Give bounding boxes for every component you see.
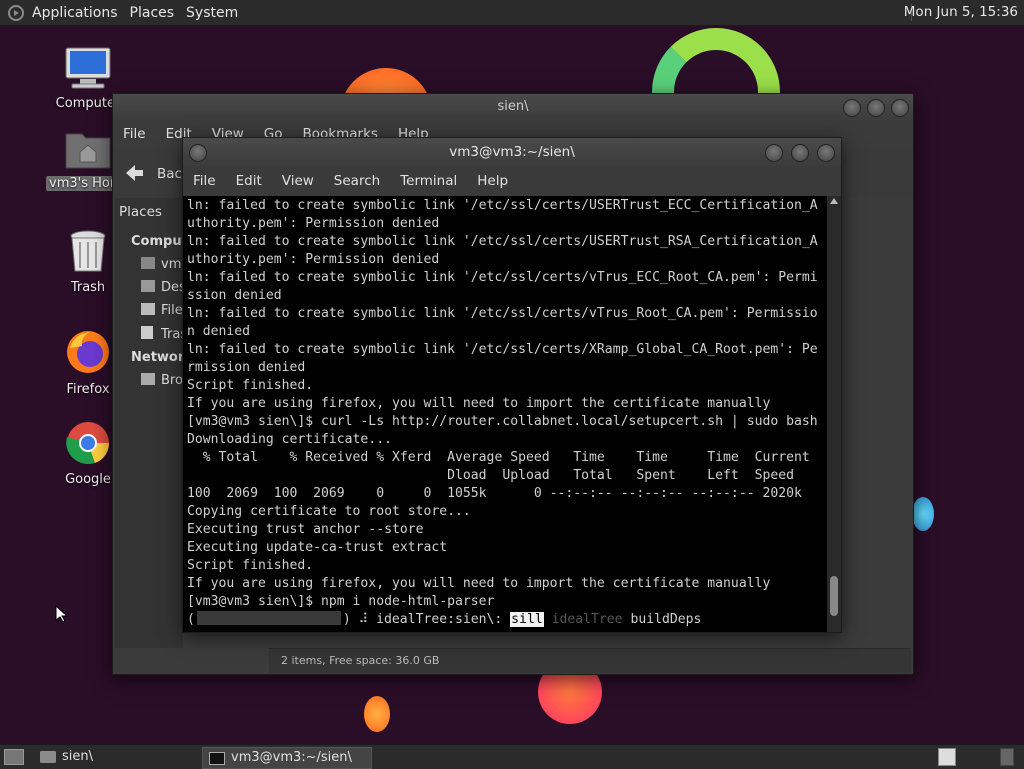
maximize-button[interactable] (867, 99, 885, 117)
term-menu-view[interactable]: View (282, 166, 314, 196)
trash-applet-icon[interactable] (1000, 748, 1014, 766)
npm-spinner: ⠼ (358, 612, 377, 627)
sidebar-header: Places (119, 204, 162, 220)
bottom-panel: sien\ vm3@vm3:~/sien\ (0, 744, 1024, 769)
folder-icon (40, 751, 56, 763)
menu-system[interactable]: System (186, 5, 238, 21)
home-icon (141, 257, 155, 269)
apps-menu-icon[interactable] (8, 4, 24, 21)
minimize-button[interactable] (765, 144, 783, 162)
npm-stage: idealTree:sien\: (376, 612, 511, 627)
drive-icon (141, 303, 155, 315)
npm-log-level: sill (510, 612, 544, 627)
npm-action: buildDeps (622, 612, 702, 627)
taskbar-label: vm3@vm3:~/sien\ (231, 750, 352, 765)
workspace-switcher[interactable] (938, 748, 956, 766)
terminal-line: % Total % Received % Xferd Average Speed… (187, 450, 810, 465)
terminal-line: Copying certificate to root store... (187, 504, 471, 519)
chrome-icon (66, 422, 110, 464)
terminal-line: Executing trust anchor --store (187, 522, 424, 537)
terminal-line: Script finished. (187, 378, 314, 393)
term-menu-terminal[interactable]: Terminal (400, 166, 457, 196)
terminal-line: ln: failed to create symbolic link '/etc… (187, 198, 818, 213)
scroll-up-arrow-icon[interactable] (830, 198, 838, 204)
wallpaper-blob-orange-small (364, 696, 390, 732)
terminal-line: ln: failed to create symbolic link '/etc… (187, 270, 818, 285)
terminal-line: n denied (187, 324, 251, 339)
minimize-button[interactable] (843, 99, 861, 117)
taskbar-label: sien\ (62, 749, 94, 764)
term-menu-search[interactable]: Search (334, 166, 380, 196)
term-menu-help[interactable]: Help (477, 166, 508, 196)
terminal-line: rmission denied (187, 360, 306, 375)
fm-menu-file[interactable]: File (123, 120, 146, 148)
show-desktop-icon[interactable] (4, 749, 24, 765)
network-icon (141, 373, 155, 385)
progress-open: ( (187, 612, 195, 627)
taskbar-item-terminal[interactable]: vm3@vm3:~/sien\ (202, 747, 372, 769)
file-manager-titlebar[interactable]: sien\ (113, 94, 913, 120)
terminal-scrollbar[interactable] (827, 196, 841, 632)
taskbar-item-file-manager[interactable]: sien\ (34, 747, 222, 767)
terminal-line: Downloading certificate... (187, 432, 392, 447)
terminal-title: vm3@vm3:~/sien\ (449, 144, 575, 160)
trash-icon (70, 230, 106, 272)
terminal-line: uthority.pem': Permission denied (187, 252, 440, 267)
trash-icon (141, 326, 153, 339)
terminal-line: [vm3@vm3 sien\]$ npm i node-html-parser (187, 594, 495, 609)
terminal-line: 100 2069 100 2069 0 0 1055k 0 --:--:-- -… (187, 486, 802, 501)
mouse-pointer-icon (55, 605, 67, 623)
maximize-button[interactable] (791, 144, 809, 162)
terminal-line: uthority.pem': Permission denied (187, 216, 440, 231)
window-menu-button[interactable] (189, 144, 207, 162)
term-menu-file[interactable]: File (193, 166, 216, 196)
terminal-output[interactable]: ln: failed to create symbolic link '/etc… (183, 196, 829, 632)
home-folder-icon (65, 133, 111, 169)
fm-status-text: 2 items, Free space: 36.0 GB (281, 654, 440, 667)
terminal-line: ln: failed to create symbolic link '/etc… (187, 234, 818, 249)
terminal-window: vm3@vm3:~/sien\ File Edit View Search Te… (182, 137, 842, 633)
firefox-icon (67, 331, 109, 373)
terminal-line: ln: failed to create symbolic link '/etc… (187, 306, 818, 321)
fm-statusbar: 2 items, Free space: 36.0 GB (269, 648, 911, 673)
file-manager-title: sien\ (497, 99, 529, 114)
terminal-menubar: File Edit View Search Terminal Help (183, 166, 841, 196)
term-menu-edit[interactable]: Edit (236, 166, 262, 196)
terminal-line: Dload Upload Total Spent Left Speed (187, 468, 794, 483)
wallpaper-blob-cyan (912, 497, 934, 531)
terminal-line: ssion denied (187, 288, 282, 303)
progress-close: ) (342, 612, 359, 627)
npm-progress-bar (196, 611, 341, 625)
terminal-line: [vm3@vm3 sien\]$ curl -Ls http://router.… (187, 414, 818, 429)
terminal-line: If you are using firefox, you will need … (187, 396, 771, 411)
terminal-line: Script finished. (187, 558, 314, 573)
fm-sidebar: Places Computer vm3 Desktop File System … (115, 198, 267, 648)
close-button[interactable] (817, 144, 835, 162)
menu-applications[interactable]: Applications (32, 5, 118, 21)
terminal-icon (209, 752, 225, 765)
computer-icon (65, 47, 111, 89)
npm-progress-line: () ⠼ idealTree:sien\: sill idealTree bui… (187, 611, 818, 629)
clock[interactable]: Mon Jun 5, 15:36 (904, 4, 1018, 20)
desktop-icon (141, 280, 155, 292)
close-button[interactable] (891, 99, 909, 117)
terminal-line: If you are using firefox, you will need … (187, 576, 771, 591)
terminal-titlebar[interactable]: vm3@vm3:~/sien\ (183, 138, 841, 166)
top-panel: Applications Places System Mon Jun 5, 15… (0, 0, 1024, 26)
npm-task: idealTree (551, 612, 623, 627)
scrollbar-thumb[interactable] (830, 576, 838, 616)
back-arrow-icon[interactable] (123, 162, 145, 184)
terminal-line: Executing update-ca-trust extract (187, 540, 448, 555)
terminal-text: ln: failed to create symbolic link '/etc… (187, 197, 818, 629)
menu-places[interactable]: Places (130, 5, 175, 21)
terminal-line: ln: failed to create symbolic link '/etc… (187, 342, 818, 357)
